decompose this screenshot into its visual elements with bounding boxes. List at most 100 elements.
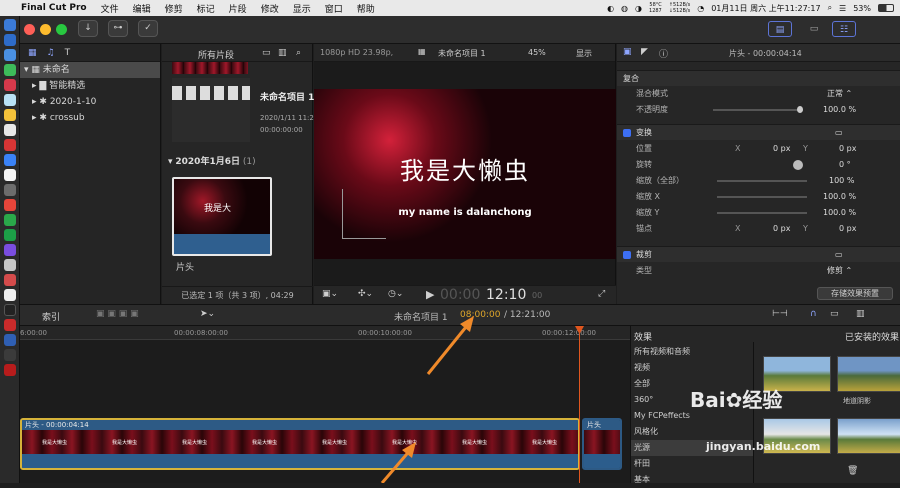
anchor-y-value[interactable]: 0 px: [839, 221, 856, 237]
dock-app-icon[interactable]: [3, 49, 16, 61]
dock-app-icon[interactable]: [3, 109, 16, 121]
dock-app-icon[interactable]: [3, 244, 16, 256]
timecode-display[interactable]: 12:10: [486, 287, 526, 303]
fullscreen-icon[interactable]: ⤢: [598, 289, 605, 299]
trash-icon[interactable]: 🗑: [847, 466, 858, 476]
scale-y-slider[interactable]: [717, 212, 807, 214]
transform-checkbox[interactable]: [623, 129, 631, 137]
datetime[interactable]: 01月11日 周六 上午11:27:17: [711, 3, 820, 14]
dock-app-icon[interactable]: [3, 184, 16, 196]
dock-app-icon[interactable]: [3, 169, 16, 181]
menu-edit[interactable]: 编辑: [133, 2, 151, 15]
index-button[interactable]: 索引: [42, 310, 60, 323]
timeline-clip[interactable]: 片头 - 00:00:04:14 我是大懒虫 我是大懒虫 我是大懒虫 我是大懒虫…: [20, 418, 580, 470]
dock-app-icon[interactable]: [3, 19, 16, 31]
menu-window[interactable]: 窗口: [325, 2, 343, 15]
dock-app-icon[interactable]: [3, 289, 16, 301]
library-root[interactable]: ▾ ▦ 未命名: [20, 62, 160, 78]
video-preview[interactable]: 我是大懒虫 my name is dalanchong: [314, 89, 616, 259]
timeline-clip-2[interactable]: 片头: [582, 418, 622, 470]
dock-app-icon[interactable]: [3, 319, 16, 331]
dock-app-icon[interactable]: [3, 139, 16, 151]
anchor-x-value[interactable]: 0 px: [773, 221, 790, 237]
effects-category[interactable]: 杆田: [631, 456, 753, 472]
dock-app-icon[interactable]: [3, 124, 16, 136]
opacity-value[interactable]: 100.0 %: [823, 102, 856, 118]
clip-thumbnail-top[interactable]: [172, 62, 248, 74]
transform-tool-icon[interactable]: ✣⌄: [358, 289, 373, 299]
search-icon[interactable]: ⌕: [828, 3, 832, 13]
video-inspector-icon[interactable]: ▣: [623, 47, 632, 57]
transitions-icon[interactable]: ▥: [856, 309, 865, 319]
clip-appearance-icon[interactable]: ▭: [262, 48, 271, 58]
show-inspector-button[interactable]: ☷: [832, 21, 856, 37]
zoom-dropdown[interactable]: 45%: [528, 48, 546, 57]
library-item-event[interactable]: ▸ ✱ 2020-1-10: [20, 94, 160, 110]
show-browser-button[interactable]: ▤: [768, 21, 792, 37]
siri-icon[interactable]: ◐: [607, 4, 614, 13]
keyword-button[interactable]: ⊶: [108, 20, 128, 37]
photos-icon[interactable]: ♫: [47, 48, 55, 58]
effects-category[interactable]: 所有视频和音频: [631, 344, 753, 360]
view-dropdown[interactable]: 显示: [576, 48, 592, 59]
effect-thumbnail[interactable]: [837, 418, 900, 454]
menu-modify[interactable]: 修改: [261, 2, 279, 15]
search-icon[interactable]: ⌕: [296, 48, 301, 58]
effects-category[interactable]: 基本: [631, 472, 753, 488]
effect-thumbnail[interactable]: [837, 356, 900, 392]
filter-inspector-icon[interactable]: ◤: [641, 47, 648, 57]
rotation-value[interactable]: 0 °: [839, 157, 851, 173]
dock-app-icon[interactable]: [3, 229, 16, 241]
scale-x-value[interactable]: 100.0 %: [823, 189, 856, 205]
minimize-window-button[interactable]: [40, 24, 51, 35]
battery-icon[interactable]: [878, 4, 894, 12]
event-header[interactable]: ▾ 2020年1月6日 (1): [168, 154, 256, 167]
menu-mark[interactable]: 标记: [197, 2, 215, 15]
info-icon[interactable]: ⓘ: [659, 47, 668, 60]
position-y-value[interactable]: 0 px: [839, 141, 856, 157]
play-icon[interactable]: ▶: [426, 288, 434, 301]
libraries-icon[interactable]: ▦: [28, 48, 37, 58]
battery-percent[interactable]: 53%: [853, 4, 871, 13]
opacity-slider[interactable]: [713, 109, 803, 111]
close-window-button[interactable]: [24, 24, 35, 35]
effects-category[interactable]: 视频: [631, 360, 753, 376]
viewer-options-icon[interactable]: ▣⌄: [322, 289, 338, 299]
scale-x-slider[interactable]: [717, 196, 807, 198]
wifi-icon[interactable]: ◔: [697, 4, 704, 13]
library-item-crossub[interactable]: ▸ ✱ crossub: [20, 110, 160, 126]
dock-app-icon[interactable]: [3, 304, 16, 316]
scale-y-value[interactable]: 100.0 %: [823, 205, 856, 221]
dock-app-icon[interactable]: [3, 334, 16, 346]
dock-app-icon[interactable]: [3, 79, 16, 91]
background-tasks-button[interactable]: ✓: [138, 20, 158, 37]
timeline-ruler[interactable]: 6:00:00 00:00:08:00:00 00:00:10:00:00 00…: [20, 326, 630, 340]
selected-clip[interactable]: 我是大: [172, 177, 272, 256]
playhead[interactable]: [579, 326, 580, 483]
crop-onscreen-icon[interactable]: ▭: [835, 247, 843, 263]
library-item-smart[interactable]: ▸ ▇ 智能精选: [20, 78, 160, 94]
transform-onscreen-icon[interactable]: ▭: [835, 125, 843, 141]
effects-browser-icon[interactable]: ▭: [830, 309, 839, 319]
crop-type-dropdown[interactable]: 修剪 ⌃: [827, 263, 852, 279]
app-menu[interactable]: Final Cut Pro: [21, 3, 87, 13]
filmstrip-icon[interactable]: ▥: [278, 48, 287, 58]
position-x-value[interactable]: 0 px: [773, 141, 790, 157]
globe-icon[interactable]: ◍: [621, 4, 628, 13]
save-preset-button[interactable]: 存储效果预置: [817, 287, 893, 300]
dock-app-icon[interactable]: [3, 274, 16, 286]
dock-app-icon[interactable]: [3, 349, 16, 361]
crop-checkbox[interactable]: [623, 251, 631, 259]
menu-file[interactable]: 文件: [101, 2, 119, 15]
opacity-knob[interactable]: [797, 106, 803, 113]
control-icon[interactable]: ☰: [839, 4, 846, 13]
scale-all-value[interactable]: 100 %: [829, 173, 854, 189]
dock-app-icon[interactable]: [3, 34, 16, 46]
clip-filter-dropdown[interactable]: 所有片段: [198, 48, 234, 61]
menu-trim[interactable]: 修剪: [165, 2, 183, 15]
dock-app-icon[interactable]: [3, 364, 16, 376]
blend-mode-dropdown[interactable]: 正常 ⌃: [827, 86, 852, 102]
show-timeline-button[interactable]: ▭: [802, 21, 826, 37]
dock-app-icon[interactable]: [3, 199, 16, 211]
dock-app-icon[interactable]: [3, 64, 16, 76]
